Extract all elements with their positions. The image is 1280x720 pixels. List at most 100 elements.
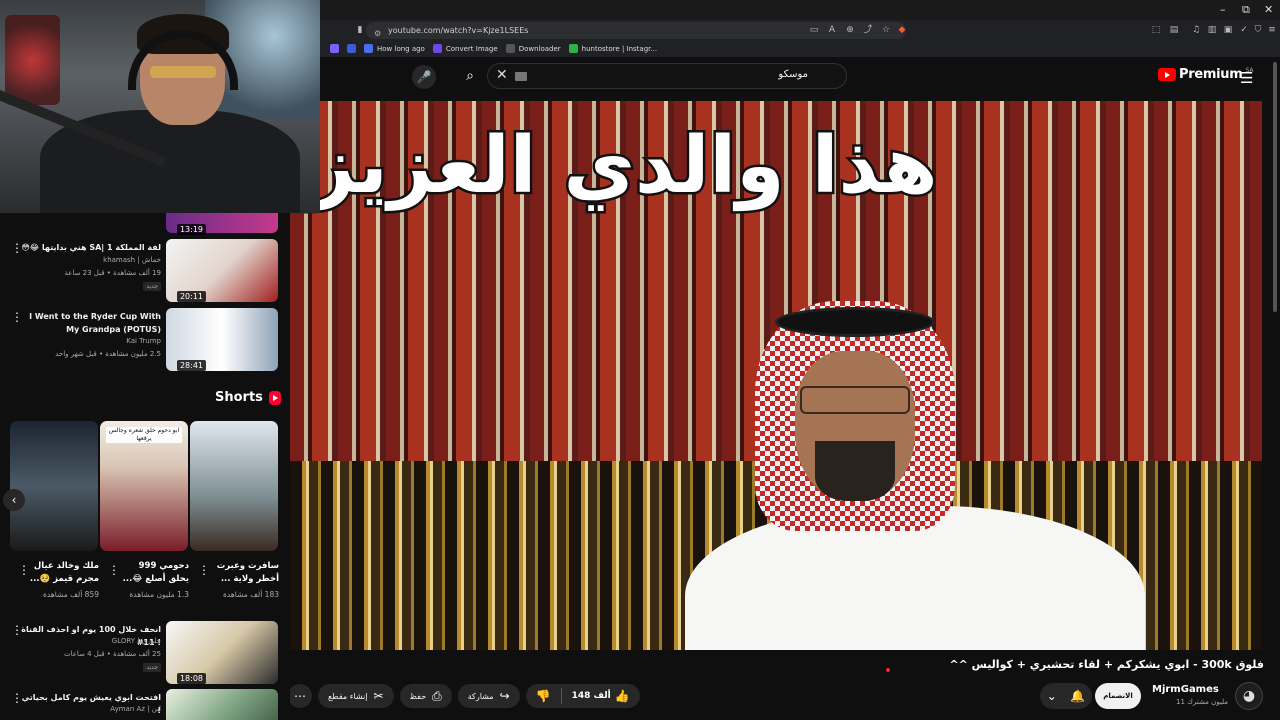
vpn-icon[interactable]: ✓ bbox=[1238, 24, 1250, 36]
like-button[interactable]: 148 ألف 👍 bbox=[562, 689, 640, 703]
bookmark-label: Downloader bbox=[518, 44, 561, 53]
list-item[interactable]: 18:08 انحف خلال 100 يوم او احذف القناة !… bbox=[0, 621, 290, 685]
list-item[interactable]: 28:41 I Went to the Ryder Cup With My Gr… bbox=[0, 308, 290, 372]
reader-icon[interactable]: ▤ bbox=[1168, 24, 1180, 36]
sidebar-icon[interactable]: ▥ bbox=[1206, 24, 1218, 36]
wallet-icon[interactable]: ▣ bbox=[1222, 24, 1234, 36]
save-button[interactable]: حفظ ⎙ bbox=[399, 684, 452, 708]
restore-icon[interactable]: ⧉ bbox=[1242, 3, 1250, 17]
kebab-menu-icon[interactable]: ⋮ bbox=[11, 691, 23, 705]
channel-name[interactable]: Kai Trump bbox=[126, 337, 161, 345]
browser-chrome: – ⧉ ✕ ▮ ⚙ youtube.com/watch?v=Kjze1LSEEs… bbox=[320, 0, 1280, 57]
page-scrollbar-thumb[interactable] bbox=[1273, 62, 1277, 312]
bookmark-item[interactable]: Downloader bbox=[505, 44, 561, 53]
notification-button[interactable]: ⌄ 🔔 bbox=[1040, 683, 1092, 709]
kebab-menu-icon[interactable]: ⋮ bbox=[18, 563, 30, 577]
short-views: 183 ألف مشاهدة bbox=[222, 590, 279, 599]
brave-shield-icon[interactable]: ◆ bbox=[896, 24, 908, 36]
list-item[interactable]: 13:19 bbox=[0, 213, 290, 235]
video-thumbnail[interactable] bbox=[166, 689, 278, 720]
url-bar[interactable]: ⚙ youtube.com/watch?v=Kjze1LSEEs bbox=[366, 22, 906, 39]
video-player[interactable]: هذا والدي العزيز bbox=[290, 101, 1262, 650]
cursor-dot bbox=[886, 668, 890, 672]
short-views: 1.3 مليون مشاهدة bbox=[129, 590, 189, 599]
bookmark-item[interactable]: huntostore | Instagr... bbox=[568, 44, 657, 53]
video-meta: 19 ألف مشاهدة • قبل 23 ساعة bbox=[64, 269, 162, 277]
hamburger-menu-icon[interactable]: ☰ bbox=[1240, 69, 1253, 87]
join-button[interactable]: الانضمام bbox=[1095, 683, 1141, 709]
short-title[interactable]: سافرت وعبرت أخطر ولاية ... bbox=[207, 560, 279, 586]
extension-icon[interactable]: ⬚ bbox=[1150, 24, 1162, 36]
channel-name[interactable]: جلوري | GLORY bbox=[112, 637, 161, 645]
shield-icon[interactable]: ⛉ bbox=[1252, 24, 1264, 36]
bookmark-label: Convert Image bbox=[445, 44, 498, 53]
kebab-menu-icon[interactable]: ⋮ bbox=[11, 623, 23, 637]
cast-icon[interactable]: ▭ bbox=[808, 24, 820, 36]
bookmark-item[interactable] bbox=[347, 44, 356, 53]
shorts-header: Shorts bbox=[215, 390, 281, 405]
chevron-left-icon[interactable]: ‹ bbox=[3, 489, 25, 511]
zoom-icon[interactable]: ⊕ bbox=[844, 24, 856, 36]
clear-search-icon[interactable]: ✕ bbox=[496, 67, 508, 83]
video-meta: 25 ألف مشاهدة • قبل 4 ساعات bbox=[63, 650, 161, 658]
bookmark-favicon bbox=[505, 44, 515, 53]
kebab-menu-icon[interactable]: ⋮ bbox=[108, 563, 120, 577]
short-thumbnail[interactable] bbox=[190, 421, 278, 551]
bookmark-page-icon[interactable]: ▮ bbox=[354, 24, 366, 36]
short-title[interactable]: دحومي 999 يحلق أصلع 😂... bbox=[117, 560, 189, 586]
beard bbox=[815, 441, 895, 501]
clip-button[interactable]: إنشاء مقطع ✂ bbox=[318, 684, 394, 708]
short-thumbnail[interactable] bbox=[10, 421, 98, 551]
share-button[interactable]: مشاركة ↪ bbox=[457, 684, 520, 708]
share-page-icon[interactable]: ⤴ bbox=[862, 24, 874, 36]
clip-label: إنشاء مقطع bbox=[328, 691, 368, 701]
site-info-icon[interactable]: ⚙ bbox=[374, 25, 384, 38]
kebab-menu-icon[interactable]: ⋮ bbox=[11, 241, 23, 255]
screen: – ⧉ ✕ ▮ ⚙ youtube.com/watch?v=Kjze1LSEEs… bbox=[0, 0, 1280, 720]
short-title[interactable]: ملك وخالد عيال مجرم قيمز 🥺... bbox=[27, 560, 99, 586]
video-title[interactable]: افتحت ابوي يعيش يوم كامل بحياتي ! bbox=[21, 691, 161, 717]
video-meta: 2.5 مليون مشاهدة • قبل شهر واحد bbox=[55, 350, 161, 358]
bell-icon: 🔔 bbox=[1070, 689, 1086, 703]
thumbs-down-icon: 👎 bbox=[535, 689, 551, 703]
channel-name[interactable]: MjrmGames bbox=[1152, 684, 1219, 695]
video-title[interactable]: I Went to the Ryder Cup With My Grandpa … bbox=[21, 310, 161, 336]
bookmark-item[interactable]: Convert Image bbox=[432, 44, 498, 53]
duration-badge: 20:11 bbox=[176, 291, 206, 302]
search-button[interactable]: ⌕ bbox=[457, 63, 483, 89]
kebab-menu-icon[interactable]: ⋮ bbox=[11, 310, 23, 324]
list-item[interactable]: افتحت ابوي يعيش يوم كامل بحياتي ! ابن | … bbox=[0, 689, 290, 720]
music-icon[interactable]: ♫ bbox=[1190, 24, 1202, 36]
minimize-icon[interactable]: – bbox=[1220, 3, 1226, 16]
voice-search-button[interactable]: 🎤 bbox=[412, 65, 436, 89]
like-count: 148 ألف bbox=[571, 691, 611, 701]
url-text: youtube.com/watch?v=Kjze1LSEEs bbox=[388, 26, 529, 35]
video-title[interactable]: انحف خلال 100 يوم او احذف القناة ! 11# bbox=[21, 623, 161, 649]
channel-name[interactable]: ابن | Ayman Az bbox=[110, 705, 161, 713]
channel-avatar[interactable]: ◕ bbox=[1235, 682, 1263, 710]
kebab-menu-icon[interactable]: ⋮ bbox=[198, 563, 210, 577]
share-label: مشاركة bbox=[467, 691, 494, 701]
translate-icon[interactable]: A bbox=[826, 24, 838, 36]
browser-menu-icon[interactable]: ≡ bbox=[1266, 24, 1278, 36]
list-item[interactable]: 20:11 لفة المملكة 1 |SA هني بدايتها 😂😳 خ… bbox=[0, 239, 290, 303]
bookmark-favicon bbox=[432, 44, 442, 53]
short-thumbnail[interactable]: ابو دحوم حلق شعره وجالس يرقعها bbox=[100, 421, 188, 551]
bookmark-favicon bbox=[568, 44, 578, 53]
star-icon[interactable]: ☆ bbox=[880, 24, 892, 36]
more-actions-button[interactable]: ⋯ bbox=[288, 684, 312, 708]
agal bbox=[775, 307, 935, 337]
like-dislike-group: 👎 148 ألف 👍 bbox=[525, 684, 640, 708]
address-row: ▮ ⚙ youtube.com/watch?v=Kjze1LSEEs ▭ A ⊕… bbox=[320, 20, 1280, 40]
keyboard-icon[interactable] bbox=[515, 72, 527, 81]
bookmark-item[interactable]: How long ago bbox=[364, 44, 425, 53]
close-window-icon[interactable]: ✕ bbox=[1264, 3, 1273, 16]
bookmark-item[interactable] bbox=[330, 44, 339, 53]
channel-name[interactable]: خماش | khamash bbox=[103, 256, 161, 264]
dislike-button[interactable]: 👎 bbox=[526, 689, 561, 703]
search-input[interactable]: ✕ موسكو bbox=[487, 63, 847, 89]
bookmark-favicon bbox=[364, 44, 373, 53]
related-sidebar: 13:19 20:11 لفة المملكة 1 |SA هني بدايته… bbox=[0, 213, 290, 720]
video-title[interactable]: لفة المملكة 1 |SA هني بدايتها 😂😳 bbox=[21, 241, 161, 254]
search-query: موسكو bbox=[778, 69, 808, 80]
